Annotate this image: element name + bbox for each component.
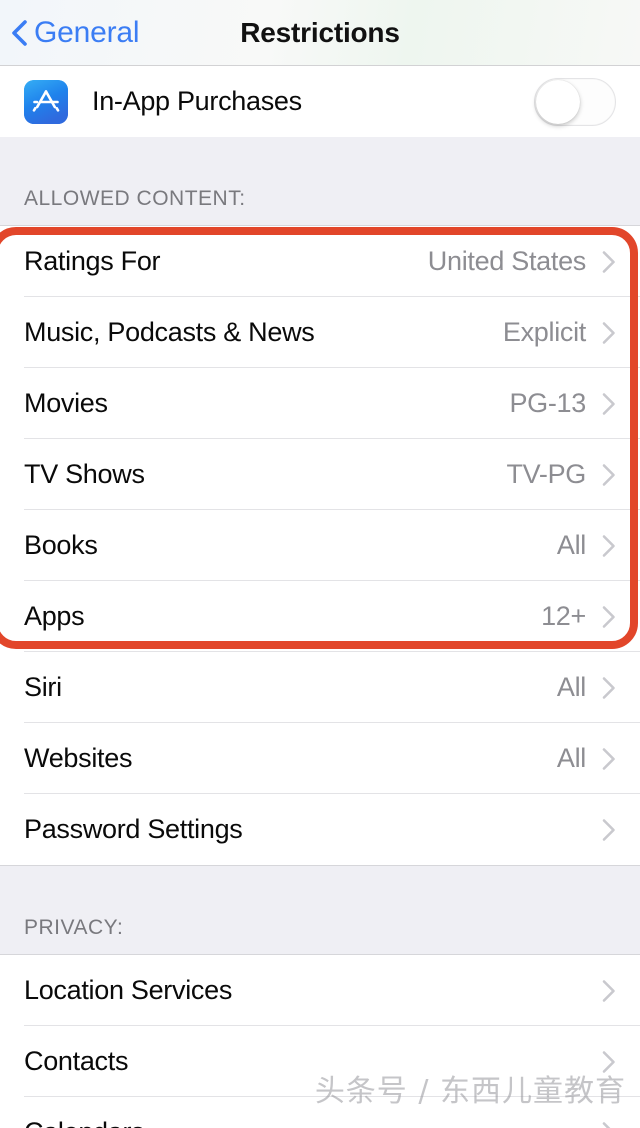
back-button-label: General bbox=[34, 15, 140, 49]
row-music-podcasts-news[interactable]: Music, Podcasts & News Explicit bbox=[0, 297, 640, 368]
row-location-services[interactable]: Location Services bbox=[0, 955, 640, 1026]
chevron-right-icon bbox=[602, 250, 615, 273]
row-label: Location Services bbox=[24, 975, 233, 1005]
chevron-right-icon bbox=[602, 321, 615, 344]
chevron-right-icon bbox=[602, 1050, 615, 1073]
row-calendars[interactable]: Calendars bbox=[0, 1097, 640, 1128]
chevron-right-icon bbox=[602, 676, 615, 699]
row-websites[interactable]: Websites All bbox=[0, 723, 640, 794]
row-label: Contacts bbox=[24, 1046, 129, 1076]
row-siri[interactable]: Siri All bbox=[0, 652, 640, 723]
row-label: In-App Purchases bbox=[92, 86, 302, 116]
navigation-bar: General Restrictions bbox=[0, 0, 640, 66]
section-header-allowed-content: ALLOWED CONTENT: bbox=[0, 137, 640, 226]
chevron-right-icon bbox=[602, 463, 615, 486]
settings-screen: General Restrictions In-App Purchases AL… bbox=[0, 0, 640, 1128]
row-contacts[interactable]: Contacts bbox=[0, 1026, 640, 1097]
app-store-icon bbox=[24, 79, 68, 124]
toggle-knob bbox=[536, 79, 580, 124]
row-value: Explicit bbox=[502, 317, 586, 347]
row-label: Music, Podcasts & News bbox=[24, 317, 315, 347]
row-value: All bbox=[556, 672, 586, 702]
row-in-app-purchases[interactable]: In-App Purchases bbox=[0, 66, 640, 137]
chevron-right-icon bbox=[602, 1121, 611, 1128]
row-label: Calendars bbox=[24, 1117, 586, 1128]
section-header-privacy: PRIVACY: bbox=[0, 865, 640, 955]
row-value: United States bbox=[427, 246, 587, 276]
row-value: All bbox=[556, 743, 586, 773]
section-header-label: PRIVACY: bbox=[24, 916, 124, 939]
row-tv-shows[interactable]: TV Shows TV-PG bbox=[0, 439, 640, 510]
section-header-label: ALLOWED CONTENT: bbox=[24, 187, 246, 210]
chevron-right-icon bbox=[602, 979, 615, 1002]
row-label: Movies bbox=[24, 388, 108, 418]
in-app-purchases-group: In-App Purchases bbox=[0, 66, 640, 137]
row-label: Siri bbox=[24, 672, 62, 702]
allowed-content-group: Ratings For United States Music, Podcast… bbox=[0, 226, 640, 865]
row-value: All bbox=[556, 530, 586, 560]
row-password-settings[interactable]: Password Settings bbox=[0, 794, 640, 865]
row-label: Apps bbox=[24, 601, 85, 631]
row-label: Books bbox=[24, 530, 98, 560]
back-button-general[interactable]: General bbox=[0, 0, 140, 65]
row-label: Password Settings bbox=[24, 814, 243, 844]
row-value: TV-PG bbox=[506, 459, 586, 489]
row-value: 12+ bbox=[541, 601, 586, 631]
chevron-right-icon bbox=[602, 392, 615, 415]
privacy-group: Location Services Contacts Calendars bbox=[0, 955, 640, 1128]
chevron-right-icon bbox=[602, 818, 615, 841]
row-label: TV Shows bbox=[24, 459, 145, 489]
row-value: PG-13 bbox=[509, 388, 586, 418]
row-books[interactable]: Books All bbox=[0, 510, 640, 581]
row-ratings-for[interactable]: Ratings For United States bbox=[0, 226, 640, 297]
chevron-right-icon bbox=[602, 605, 615, 628]
row-label: Websites bbox=[24, 743, 133, 773]
chevron-right-icon bbox=[602, 747, 615, 770]
row-apps[interactable]: Apps 12+ bbox=[0, 581, 640, 652]
row-label: Ratings For bbox=[24, 246, 161, 276]
chevron-left-icon bbox=[12, 19, 27, 46]
chevron-right-icon bbox=[602, 534, 615, 557]
row-movies[interactable]: Movies PG-13 bbox=[0, 368, 640, 439]
in-app-purchases-toggle[interactable] bbox=[534, 77, 616, 126]
